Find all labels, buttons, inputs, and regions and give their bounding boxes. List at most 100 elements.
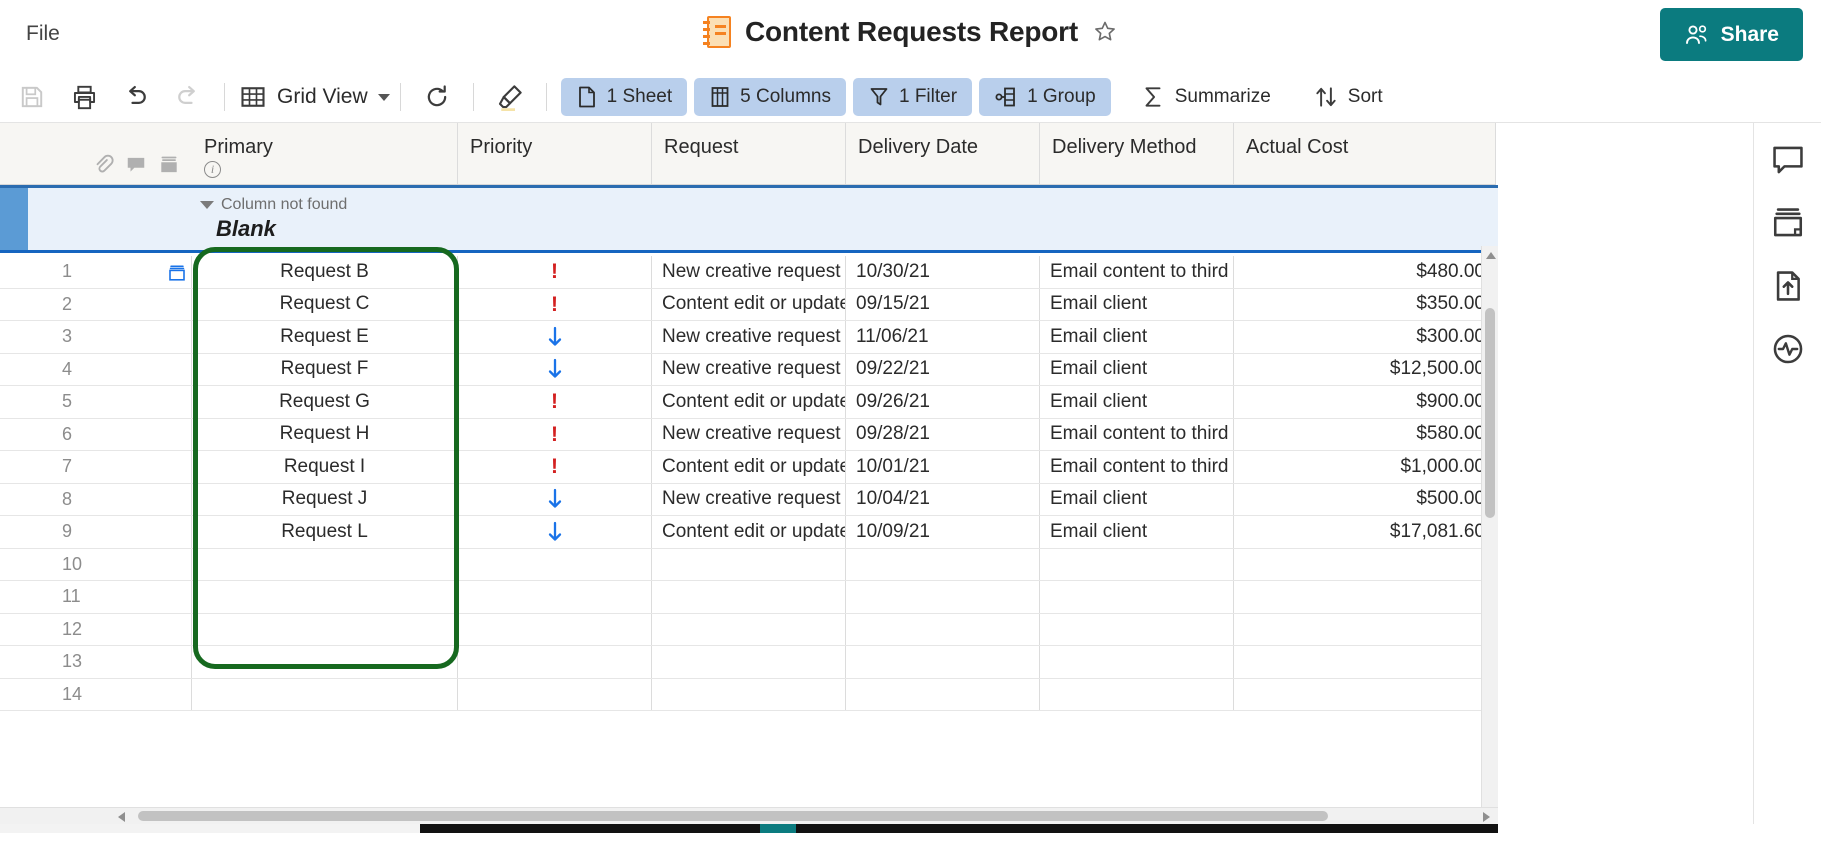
cell-delivery-method[interactable] <box>1040 613 1234 645</box>
vertical-scroll-thumb[interactable] <box>1485 308 1495 518</box>
cell-delivery-date[interactable] <box>846 613 1040 645</box>
cell-actual-cost[interactable]: $480.00 <box>1234 256 1496 288</box>
cell-delivery-method[interactable]: Email client <box>1040 516 1234 548</box>
cell-priority[interactable] <box>458 646 652 678</box>
highlighter-icon[interactable] <box>494 81 526 113</box>
table-row[interactable]: 13 <box>0 646 1498 679</box>
cell-delivery-method[interactable]: Email content to third p <box>1040 256 1234 288</box>
cell-request[interactable]: Content edit or update <box>652 451 846 483</box>
undo-icon[interactable] <box>120 81 152 113</box>
cell-primary[interactable]: Request J <box>192 483 458 515</box>
column-header-delivery-method[interactable]: Delivery Method <box>1040 123 1234 184</box>
cell-delivery-date[interactable]: 10/30/21 <box>846 256 1040 288</box>
table-row[interactable]: 12 <box>0 613 1498 646</box>
row-number-cell[interactable]: 12 <box>0 613 192 645</box>
sort-button[interactable]: Sort <box>1298 78 1398 116</box>
group-header-row[interactable]: Column not found Blank <box>0 185 1498 253</box>
triangle-down-icon[interactable] <box>200 201 214 209</box>
cell-primary[interactable] <box>192 646 458 678</box>
attachment-icon[interactable] <box>92 154 114 176</box>
cell-primary[interactable]: Request C <box>192 288 458 320</box>
cell-primary[interactable] <box>192 613 458 645</box>
cell-priority[interactable]: ! <box>458 418 652 450</box>
cell-request[interactable] <box>652 678 846 710</box>
cell-priority[interactable] <box>458 581 652 613</box>
refresh-icon[interactable] <box>421 81 453 113</box>
cell-primary[interactable]: Request B <box>192 256 458 288</box>
cell-request[interactable]: New creative request <box>652 418 846 450</box>
activity-panel-icon[interactable] <box>1771 332 1805 366</box>
vertical-scrollbar[interactable] <box>1481 246 1498 846</box>
cell-priority[interactable]: ! <box>458 256 652 288</box>
row-number-cell[interactable]: 3 <box>0 321 192 353</box>
column-header-delivery-date[interactable]: Delivery Date <box>846 123 1040 184</box>
row-number-cell[interactable]: 4 <box>0 353 192 385</box>
cell-delivery-method[interactable]: Email content to third p <box>1040 418 1234 450</box>
column-header-actual-cost[interactable]: Actual Cost <box>1234 123 1496 184</box>
comment-icon[interactable] <box>125 154 147 176</box>
cell-delivery-method[interactable]: Email client <box>1040 353 1234 385</box>
column-header-request[interactable]: Request <box>652 123 846 184</box>
cell-actual-cost[interactable]: $350.00 <box>1234 288 1496 320</box>
cell-delivery-date[interactable]: 09/15/21 <box>846 288 1040 320</box>
table-row[interactable]: 10 <box>0 548 1498 581</box>
cell-primary[interactable]: Request L <box>192 516 458 548</box>
table-row[interactable]: 1 Request B! New creative request 10/30/21 E… <box>0 256 1498 289</box>
row-number-cell[interactable]: 13 <box>0 646 192 678</box>
cell-priority[interactable] <box>458 516 652 548</box>
cell-priority[interactable] <box>458 483 652 515</box>
cell-delivery-date[interactable]: 11/06/21 <box>846 321 1040 353</box>
cell-request[interactable]: New creative request <box>652 321 846 353</box>
row-number-cell[interactable]: 11 <box>0 581 192 613</box>
cell-request[interactable]: Content edit or update <box>652 386 846 418</box>
summarize-button[interactable]: Summarize <box>1125 78 1286 116</box>
upload-panel-icon[interactable] <box>1771 269 1805 303</box>
cell-actual-cost[interactable]: $17,081.60 <box>1234 516 1496 548</box>
table-row[interactable]: 5 Request G! Content edit or update 09/26/2… <box>0 386 1498 419</box>
proof-icon[interactable] <box>158 154 180 176</box>
column-header-priority[interactable]: Priority <box>458 123 652 184</box>
cell-priority[interactable] <box>458 321 652 353</box>
cell-primary[interactable]: Request I <box>192 451 458 483</box>
share-button[interactable]: Share <box>1659 8 1803 61</box>
row-number-cell[interactable]: 8 <box>0 483 192 515</box>
cell-request[interactable]: New creative request <box>652 483 846 515</box>
cell-delivery-method[interactable]: Email client <box>1040 288 1234 320</box>
view-selector[interactable]: Grid View <box>239 83 390 111</box>
proof-panel-icon[interactable] <box>1771 206 1805 240</box>
cell-delivery-date[interactable] <box>846 646 1040 678</box>
star-outline-icon[interactable] <box>1092 19 1118 45</box>
save-icon[interactable] <box>16 81 48 113</box>
horizontal-scrollbar[interactable] <box>0 807 1498 824</box>
cell-actual-cost[interactable]: $300.00 <box>1234 321 1496 353</box>
row-number-cell[interactable]: 2 <box>0 288 192 320</box>
proof-icon[interactable] <box>167 265 187 281</box>
cell-request[interactable]: Content edit or update <box>652 288 846 320</box>
row-number-cell[interactable]: 9 <box>0 516 192 548</box>
cell-actual-cost[interactable] <box>1234 646 1496 678</box>
filter-count-chip[interactable]: 1 Filter <box>852 78 973 116</box>
table-row[interactable]: 14 <box>0 678 1498 711</box>
cell-primary[interactable]: Request E <box>192 321 458 353</box>
scroll-up-icon[interactable] <box>1486 252 1496 259</box>
cell-request[interactable] <box>652 581 846 613</box>
cell-request[interactable]: New creative request <box>652 353 846 385</box>
columns-count-chip[interactable]: 5 Columns <box>694 78 846 116</box>
cell-actual-cost[interactable] <box>1234 548 1496 580</box>
group-caption[interactable]: Column not found <box>200 196 347 214</box>
table-row[interactable]: 9 Request L Content edit or update 10/09/21… <box>0 516 1498 549</box>
scroll-right-icon[interactable] <box>1483 812 1490 822</box>
cell-priority[interactable] <box>458 353 652 385</box>
print-icon[interactable] <box>68 81 100 113</box>
cell-delivery-date[interactable]: 10/04/21 <box>846 483 1040 515</box>
cell-request[interactable] <box>652 646 846 678</box>
row-number-cell[interactable]: 5 <box>0 386 192 418</box>
cell-delivery-date[interactable]: 10/01/21 <box>846 451 1040 483</box>
cell-priority[interactable] <box>458 548 652 580</box>
table-row[interactable]: 2 Request C! Content edit or update 09/15/2… <box>0 288 1498 321</box>
comment-panel-icon[interactable] <box>1771 143 1805 177</box>
cell-delivery-date[interactable]: 09/26/21 <box>846 386 1040 418</box>
cell-request[interactable]: Content edit or update <box>652 516 846 548</box>
cell-primary[interactable]: Request G <box>192 386 458 418</box>
cell-primary[interactable] <box>192 581 458 613</box>
